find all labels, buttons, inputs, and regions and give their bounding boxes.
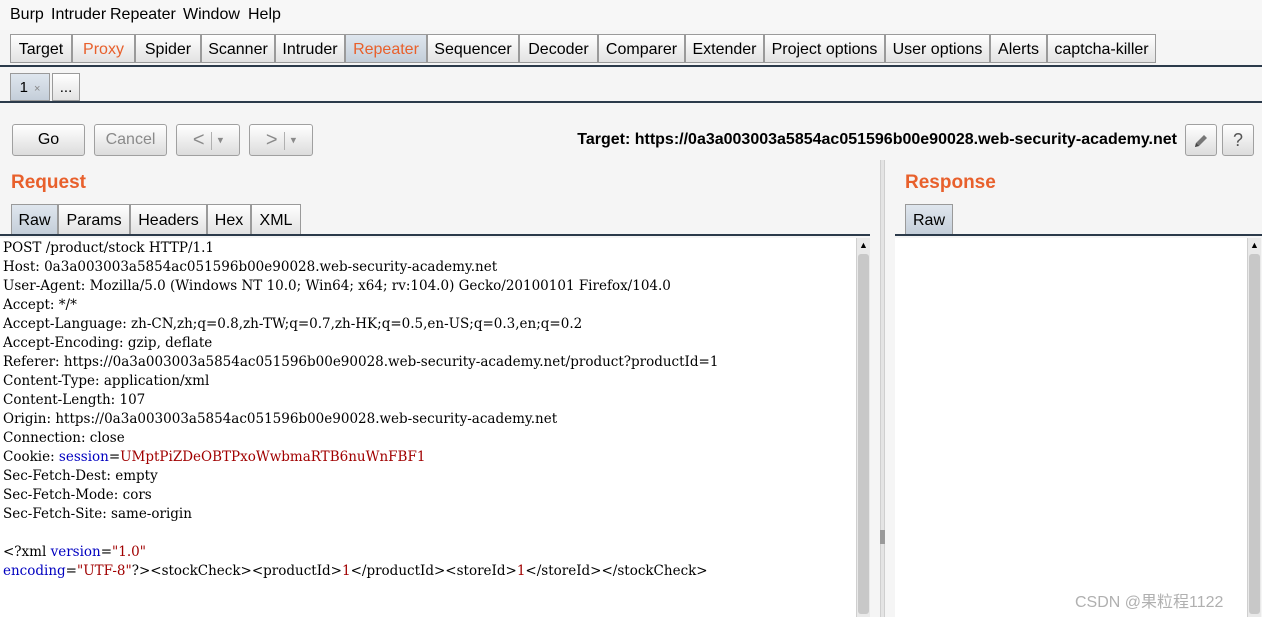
chevron-down-icon[interactable]: ▾ [218,135,224,147]
tab-project-options[interactable]: Project options [764,34,885,63]
request-editor[interactable]: POST /product/stock HTTP/1.1 Host: 0a3a0… [0,238,856,617]
request-line: Connection: close [3,430,125,446]
request-line: Content-Type: application/xml [3,373,210,389]
xml-tags-c: </storeId></stockCheck> [525,563,708,579]
xml-tags-b: </productId><storeId> [350,563,517,579]
response-tab-raw[interactable]: Raw [905,204,953,235]
go-button[interactable]: Go [12,124,85,156]
help-icon: ? [1232,130,1243,150]
help-button[interactable]: ? [1222,124,1254,156]
tab-repeater[interactable]: Repeater [345,34,427,63]
repeater-tab-1[interactable]: 1 × [10,73,50,101]
forward-arrow-icon: > [265,129,278,151]
cookie-eq: = [108,449,121,465]
request-line: Sec-Fetch-Mode: cors [3,487,152,503]
menu-intruder[interactable]: Intruder [51,6,106,24]
xml-encoding-attr: encoding [3,563,66,579]
request-title: Request [11,172,86,193]
repeater-tab-label: 1 [19,79,28,96]
target-label: Target: https://0a3a003003a5854ac051596b… [577,131,1177,148]
repeater-tab-underline [0,101,1262,103]
menu-help[interactable]: Help [248,6,281,24]
xml-prefix: <?xml [3,544,51,560]
scroll-up-icon[interactable]: ▲ [1250,240,1259,250]
request-line: POST /product/stock HTTP/1.1 [3,240,214,256]
xml-body-line: encoding="UTF-8"?><stockCheck><productId… [3,563,708,579]
tab-sequencer[interactable]: Sequencer [427,34,519,63]
pencil-icon [1195,135,1207,148]
menu-burp[interactable]: Burp [10,6,44,24]
response-title: Response [905,172,996,193]
main-tab-underline [0,65,1262,67]
request-tab-params[interactable]: Params [58,204,130,235]
request-line: Accept: */* [3,297,77,313]
request-line: Sec-Fetch-Dest: empty [3,468,158,484]
chevron-down-icon[interactable]: ▾ [291,135,297,147]
request-line: User-Agent: Mozilla/5.0 (Windows NT 10.0… [3,278,671,294]
request-tab-raw[interactable]: Raw [11,204,58,235]
response-scrollbar[interactable]: ▲ [1247,238,1261,617]
menu-repeater[interactable]: Repeater [110,6,176,24]
tab-comparer[interactable]: Comparer [598,34,685,63]
separator [283,131,285,150]
xml-encoding-value: "UTF-8" [76,563,132,579]
xml-declaration-line: <?xml version="1.0" [3,544,146,560]
new-tab-button[interactable]: ... [52,73,80,101]
menu-bar: Burp Intruder Repeater Window Help [0,0,1262,30]
back-button[interactable]: < ▾ [176,124,240,156]
request-line: Origin: https://0a3a003003a5854ac051596b… [3,411,558,427]
tab-proxy[interactable]: Proxy [72,34,135,63]
tab-decoder[interactable]: Decoder [519,34,598,63]
request-tab-xml[interactable]: XML [251,204,301,235]
edit-target-button[interactable] [1185,124,1217,156]
request-tab-underline [0,234,870,236]
cookie-prefix: Cookie: [3,449,59,465]
tab-scanner[interactable]: Scanner [201,34,275,63]
request-tab-hex[interactable]: Hex [207,204,251,235]
request-line: Accept-Language: zh-CN,zh;q=0.8,zh-TW;q=… [3,316,583,332]
response-tab-underline [895,234,1262,236]
menu-window[interactable]: Window [183,6,240,24]
request-line: Referer: https://0a3a003003a5854ac051596… [3,354,719,370]
xml-product-id: 1 [342,563,351,579]
xml-tags-a: ?><stockCheck><productId> [131,563,342,579]
xml-version-value: "1.0" [112,544,146,560]
cookie-line: Cookie: session=UMptPiZDeOBTPxoWwbmaRTB6… [3,449,425,465]
request-scroll-thumb[interactable] [858,254,869,614]
close-icon[interactable]: × [34,83,40,95]
tab-target[interactable]: Target [10,34,72,63]
request-tab-headers[interactable]: Headers [130,204,207,235]
split-pane-divider[interactable] [880,160,885,617]
tab-alerts[interactable]: Alerts [990,34,1047,63]
request-line: Content-Length: 107 [3,392,146,408]
response-scroll-thumb[interactable] [1249,254,1260,614]
request-line: Accept-Encoding: gzip, deflate [3,335,213,351]
request-line: Host: 0a3a003003a5854ac051596b00e90028.w… [3,259,498,275]
request-scrollbar[interactable]: ▲ [856,238,870,617]
tab-captcha-killer[interactable]: captcha-killer [1047,34,1156,63]
cookie-name: session [58,449,109,465]
request-line: Sec-Fetch-Site: same-origin [3,506,192,522]
watermark: CSDN @果粒程1122 [1075,594,1224,611]
forward-button[interactable]: > ▾ [249,124,313,156]
scroll-up-icon[interactable]: ▲ [859,240,868,250]
back-arrow-icon: < [192,129,205,151]
tab-intruder[interactable]: Intruder [275,34,345,63]
separator [210,131,212,150]
tab-spider[interactable]: Spider [135,34,201,63]
cookie-value: UMptPiZDeOBTPxoWwbmaRTB6nuWnFBF1 [120,449,426,465]
tab-user-options[interactable]: User options [885,34,990,63]
divider-grip-icon[interactable] [880,530,885,544]
xml-version-attr: version [50,544,101,560]
cancel-button[interactable]: Cancel [94,124,167,156]
response-editor[interactable] [895,238,1247,617]
tab-extender[interactable]: Extender [685,34,764,63]
